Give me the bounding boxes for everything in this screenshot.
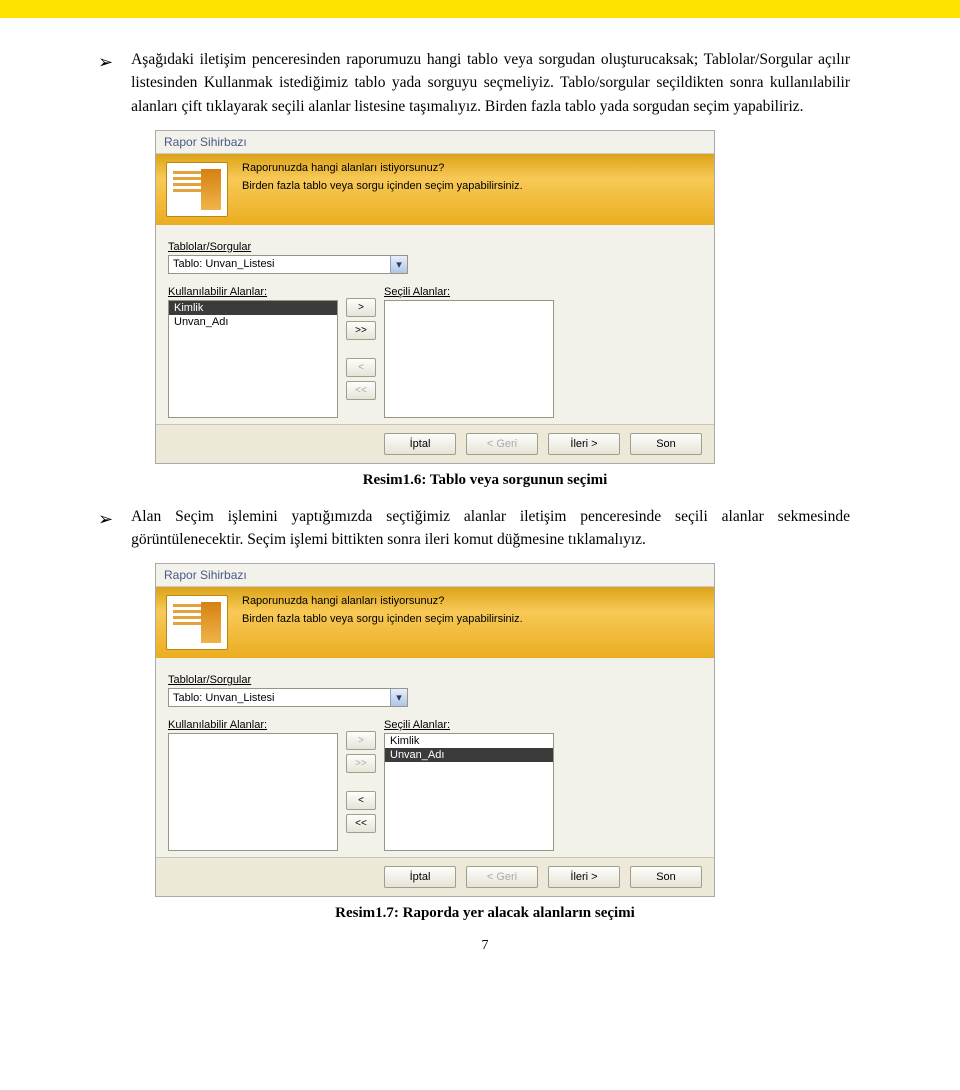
top-yellow-bar (0, 0, 960, 18)
banner-question: Raporunuzda hangi alanları istiyorsunuz? (242, 162, 523, 174)
dropdown-value: Tablo: Unvan_Listesi (169, 690, 390, 706)
bullet-arrow-icon: ➢ (98, 506, 113, 552)
selected-label: Seçili Alanlar: (384, 286, 554, 298)
selected-label: Seçili Alanlar: (384, 719, 554, 731)
available-listbox[interactable]: Kimlik Unvan_Adı (168, 300, 338, 418)
remove-all-button: << (346, 381, 376, 400)
tables-label: Tablolar/Sorgular (168, 674, 700, 686)
bullet-paragraph-2: ➢ Alan Seçim işlemini yaptığımızda seçti… (120, 505, 850, 552)
report-wizard-2: Rapor Sihirbazı Raporunuzda hangi alanla… (155, 563, 715, 897)
add-button[interactable]: > (346, 298, 376, 317)
fields-columns: Kullanılabilir Alanlar: > >> < << Seçili… (168, 713, 700, 851)
fields-columns: Kullanılabilir Alanlar: Kimlik Unvan_Adı… (168, 280, 700, 418)
bullet-arrow-icon: ➢ (98, 49, 113, 118)
selected-listbox[interactable]: Kimlik Unvan_Adı (384, 733, 554, 851)
cancel-button[interactable]: İptal (384, 866, 456, 888)
list-item[interactable]: Kimlik (169, 301, 337, 315)
report-wizard-1: Rapor Sihirbazı Raporunuzda hangi alanla… (155, 130, 715, 464)
banner-text: Raporunuzda hangi alanları istiyorsunuz?… (242, 162, 523, 192)
wizard-body: Tablolar/Sorgular Tablo: Unvan_Listesi ▾… (156, 658, 714, 857)
tables-dropdown[interactable]: Tablo: Unvan_Listesi ▾ (168, 255, 408, 274)
tables-dropdown[interactable]: Tablo: Unvan_Listesi ▾ (168, 688, 408, 707)
move-buttons: > >> < << (346, 731, 376, 851)
selected-listbox[interactable] (384, 300, 554, 418)
figure-caption-1: Resim1.6: Tablo veya sorgunun seçimi (120, 472, 850, 489)
selected-column: Seçili Alanlar: Kimlik Unvan_Adı (384, 713, 554, 851)
page-content: ➢ Aşağıdaki iletişim penceresinden rapor… (0, 18, 960, 974)
paragraph-1-text: Aşağıdaki iletişim penceresinden raporum… (131, 48, 850, 118)
available-label: Kullanılabilir Alanlar: (168, 719, 338, 731)
wizard-banner: Raporunuzda hangi alanları istiyorsunuz?… (156, 587, 714, 658)
spacer (346, 777, 376, 787)
wizard-footer: İptal < Geri İleri > Son (156, 424, 714, 463)
chevron-down-icon[interactable]: ▾ (390, 256, 407, 273)
tables-label: Tablolar/Sorgular (168, 241, 700, 253)
add-all-button[interactable]: >> (346, 321, 376, 340)
list-item[interactable]: Unvan_Adı (169, 315, 337, 329)
figure-caption-2: Resim1.7: Raporda yer alacak alanların s… (120, 905, 850, 922)
wizard-banner: Raporunuzda hangi alanları istiyorsunuz?… (156, 154, 714, 225)
add-button: > (346, 731, 376, 750)
wizard-title: Rapor Sihirbazı (156, 564, 714, 587)
move-buttons: > >> < << (346, 298, 376, 418)
back-button: < Geri (466, 866, 538, 888)
report-icon (166, 162, 228, 217)
list-item[interactable]: Kimlik (385, 734, 553, 748)
finish-button[interactable]: Son (630, 866, 702, 888)
available-column: Kullanılabilir Alanlar: Kimlik Unvan_Adı (168, 280, 338, 418)
banner-question: Raporunuzda hangi alanları istiyorsunuz? (242, 595, 523, 607)
report-icon (166, 595, 228, 650)
cancel-button[interactable]: İptal (384, 433, 456, 455)
banner-text: Raporunuzda hangi alanları istiyorsunuz?… (242, 595, 523, 625)
chevron-down-icon[interactable]: ▾ (390, 689, 407, 706)
wizard-footer: İptal < Geri İleri > Son (156, 857, 714, 896)
remove-button: < (346, 358, 376, 377)
remove-button[interactable]: < (346, 791, 376, 810)
list-item[interactable]: Unvan_Adı (385, 748, 553, 762)
next-button[interactable]: İleri > (548, 866, 620, 888)
add-all-button: >> (346, 754, 376, 773)
bullet-paragraph-1: ➢ Aşağıdaki iletişim penceresinden rapor… (120, 48, 850, 118)
spacer (346, 344, 376, 354)
remove-all-button[interactable]: << (346, 814, 376, 833)
finish-button[interactable]: Son (630, 433, 702, 455)
available-label: Kullanılabilir Alanlar: (168, 286, 338, 298)
back-button: < Geri (466, 433, 538, 455)
selected-column: Seçili Alanlar: (384, 280, 554, 418)
page-number: 7 (120, 938, 850, 954)
banner-subtext: Birden fazla tablo veya sorgu içinden se… (242, 613, 523, 625)
wizard-title: Rapor Sihirbazı (156, 131, 714, 154)
available-column: Kullanılabilir Alanlar: (168, 713, 338, 851)
paragraph-2-text: Alan Seçim işlemini yaptığımızda seçtiği… (131, 505, 850, 552)
next-button[interactable]: İleri > (548, 433, 620, 455)
wizard-body: Tablolar/Sorgular Tablo: Unvan_Listesi ▾… (156, 225, 714, 424)
available-listbox[interactable] (168, 733, 338, 851)
banner-subtext: Birden fazla tablo veya sorgu içinden se… (242, 180, 523, 192)
dropdown-value: Tablo: Unvan_Listesi (169, 256, 390, 272)
